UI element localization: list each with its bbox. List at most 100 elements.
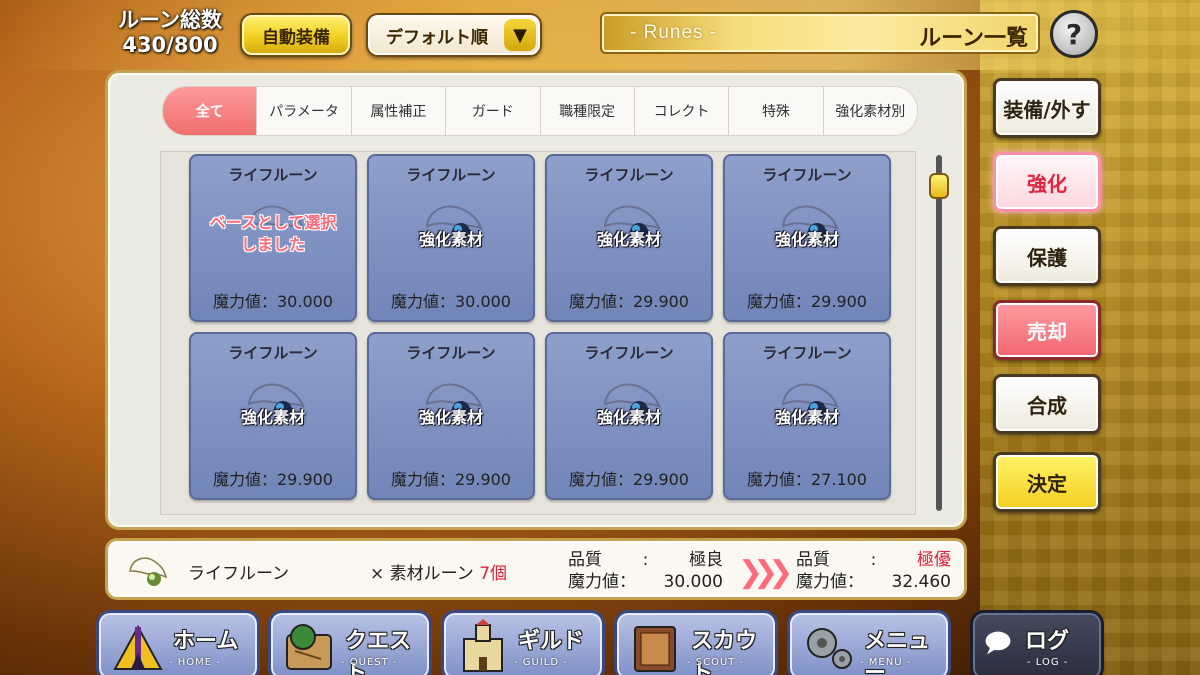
base-rune-name: ライフルーン (188, 564, 290, 584)
rune-card[interactable]: ライフルーン 強化素材 魔力値：29.900 (189, 332, 357, 500)
material-label: 強化素材 (596, 230, 661, 249)
page-title-en: - Runes - (630, 22, 718, 43)
page-title: ルーン一覧 (919, 26, 1028, 51)
nav-log-label: ログ (1025, 629, 1070, 654)
rune-card[interactable]: ライフルーン 強化素材 魔力値：30.000 (367, 154, 535, 322)
rune-power: 魔力値：27.100 (747, 470, 867, 489)
sell-button[interactable]: 売却 (993, 300, 1101, 360)
help-icon[interactable]: ? (1050, 10, 1098, 58)
page-title-banner: - Runes - ルーン一覧 (600, 12, 1040, 54)
tab-attribute[interactable]: 属性補正 (352, 87, 447, 135)
nav-menu-button[interactable]: メニュー - MENU - (787, 610, 951, 675)
rune-icon (129, 557, 168, 586)
nav-home-sublabel: - HOME - (169, 657, 221, 668)
tab-guard[interactable]: ガード (446, 87, 541, 135)
gear-icon (807, 628, 852, 669)
confirm-button[interactable]: 決定 (993, 452, 1101, 512)
nav-menu-sublabel: - MENU - (860, 657, 912, 668)
enhance-button[interactable]: 強化 (993, 152, 1101, 212)
castle-icon (463, 619, 503, 672)
tab-special[interactable]: 特殊 (729, 87, 824, 135)
rune-card[interactable]: ライフルーン 強化素材 魔力値：27.100 (723, 332, 891, 500)
rune-name: ライフルーン (762, 344, 852, 362)
colon: : (642, 550, 649, 570)
nav-scout-sublabel: - SCOUT - (687, 657, 745, 668)
material-prefix: × 素材ルーン (370, 564, 474, 584)
nav-scout-button[interactable]: スカウト - SCOUT - (614, 610, 778, 675)
rune-card[interactable]: ライフルーン 強化素材 魔力値：29.900 (723, 154, 891, 322)
before-quality-value: 極良 (688, 550, 723, 570)
tent-icon (113, 624, 163, 670)
material-label: 強化素材 (240, 408, 305, 427)
rune-power: 魔力値：29.900 (213, 470, 333, 489)
nav-guild-label: ギルド (518, 629, 585, 654)
rune-grid: ライフルーン ベースとして選択 しました 魔力値：30.000 ライフルーン 強… (160, 151, 916, 515)
material-count: × 素材ルーン 7個 (370, 559, 507, 584)
scrollbar-thumb[interactable] (929, 173, 949, 199)
after-stats: 品質 : 極優 魔力値： 32.460 (796, 549, 951, 593)
book-icon (634, 626, 676, 672)
rune-card[interactable]: ライフルーン 強化素材 魔力値：29.900 (545, 154, 713, 322)
arrow-right-icon: ❯❯❯ (738, 555, 794, 590)
after-power-value: 32.460 (891, 572, 951, 592)
rune-power: 魔力値：29.900 (747, 292, 867, 311)
material-label: 強化素材 (418, 230, 483, 249)
nav-home-label: ホーム (173, 629, 239, 654)
after-quality-value: 極優 (916, 550, 951, 570)
tab-parameter[interactable]: パラメータ (257, 87, 352, 135)
material-label: 強化素材 (774, 408, 839, 427)
tab-collect[interactable]: コレクト (635, 87, 730, 135)
chevron-down-icon[interactable]: ▼ (504, 19, 536, 51)
material-label: 強化素材 (774, 230, 839, 249)
rune-card[interactable]: ライフルーン 強化素材 魔力値：29.900 (545, 332, 713, 500)
rune-power: 魔力値：29.900 (569, 292, 689, 311)
after-quality-label: 品質 (796, 550, 830, 570)
nav-home-button[interactable]: ホーム - HOME - (96, 610, 260, 675)
before-quality-label: 品質 (568, 550, 602, 570)
rune-list-panel: 全て パラメータ 属性補正 ガード 職種限定 コレクト 特殊 強化素材別 ライフ… (105, 70, 967, 530)
tab-job-limited[interactable]: 職種限定 (541, 87, 635, 135)
enhance-summary: ライフルーン × 素材ルーン 7個 品質 : 極良 魔力値： 30.000 ❯❯… (105, 538, 967, 600)
rune-name: ライフルーン (406, 344, 496, 362)
rune-name: ライフルーン (228, 344, 318, 362)
rune-name: ライフルーン (762, 166, 852, 184)
nav-log-button[interactable]: ログ - LOG - (970, 610, 1104, 675)
protect-button[interactable]: 保護 (993, 226, 1101, 286)
tab-by-material[interactable]: 強化素材別 (824, 87, 917, 135)
colon: : (870, 550, 877, 570)
nav-quest-sublabel: - QUEST - (341, 657, 398, 668)
rune-card[interactable]: ライフルーン ベースとして選択 しました 魔力値：30.000 (189, 154, 357, 322)
rune-name: ライフルーン (406, 166, 496, 184)
rune-total-value: 430/800 (122, 33, 218, 57)
before-power-label: 魔力値： (568, 572, 636, 592)
base-selected-label: ベースとして選択 しました (191, 212, 355, 256)
combine-button[interactable]: 合成 (993, 374, 1101, 434)
auto-equip-button[interactable]: 自動装備 (240, 13, 352, 57)
rune-power: 魔力値：29.900 (391, 470, 511, 489)
equip-toggle-button[interactable]: 装備/外す (993, 78, 1101, 138)
before-power-value: 30.000 (663, 572, 723, 592)
material-label: 強化素材 (596, 408, 661, 427)
sort-dropdown[interactable]: デフォルト順 ▼ (366, 13, 542, 57)
tab-all[interactable]: 全て (163, 87, 258, 135)
rune-name: ライフルーン (584, 344, 674, 362)
category-tabs: 全て パラメータ 属性補正 ガード 職種限定 コレクト 特殊 強化素材別 (162, 86, 918, 136)
rune-power: 魔力値：30.000 (391, 292, 511, 311)
rune-name: ライフルーン (584, 166, 674, 184)
map-icon (286, 624, 332, 670)
nav-guild-button[interactable]: ギルド - GUILD - (441, 610, 605, 675)
rune-card[interactable]: ライフルーン 強化素材 魔力値：29.900 (367, 332, 535, 500)
chat-bubble-icon (985, 631, 1011, 655)
scrollbar-track[interactable] (936, 155, 942, 511)
nav-log-sublabel: - LOG - (1027, 657, 1069, 668)
rune-name: ライフルーン (228, 166, 318, 184)
before-stats: 品質 : 極良 魔力値： 30.000 (568, 549, 723, 593)
nav-guild-sublabel: - GUILD - (514, 657, 568, 668)
material-label: 強化素材 (418, 408, 483, 427)
nav-quest-button[interactable]: クエスト - QUEST - (268, 610, 432, 675)
base-selected-line1: ベースとして選択 (209, 213, 337, 232)
base-selected-line2: しました (240, 235, 305, 254)
rune-total: ルーン総数 430/800 (110, 8, 230, 58)
material-count-value: 7個 (479, 564, 508, 584)
after-power-label: 魔力値： (796, 572, 864, 592)
